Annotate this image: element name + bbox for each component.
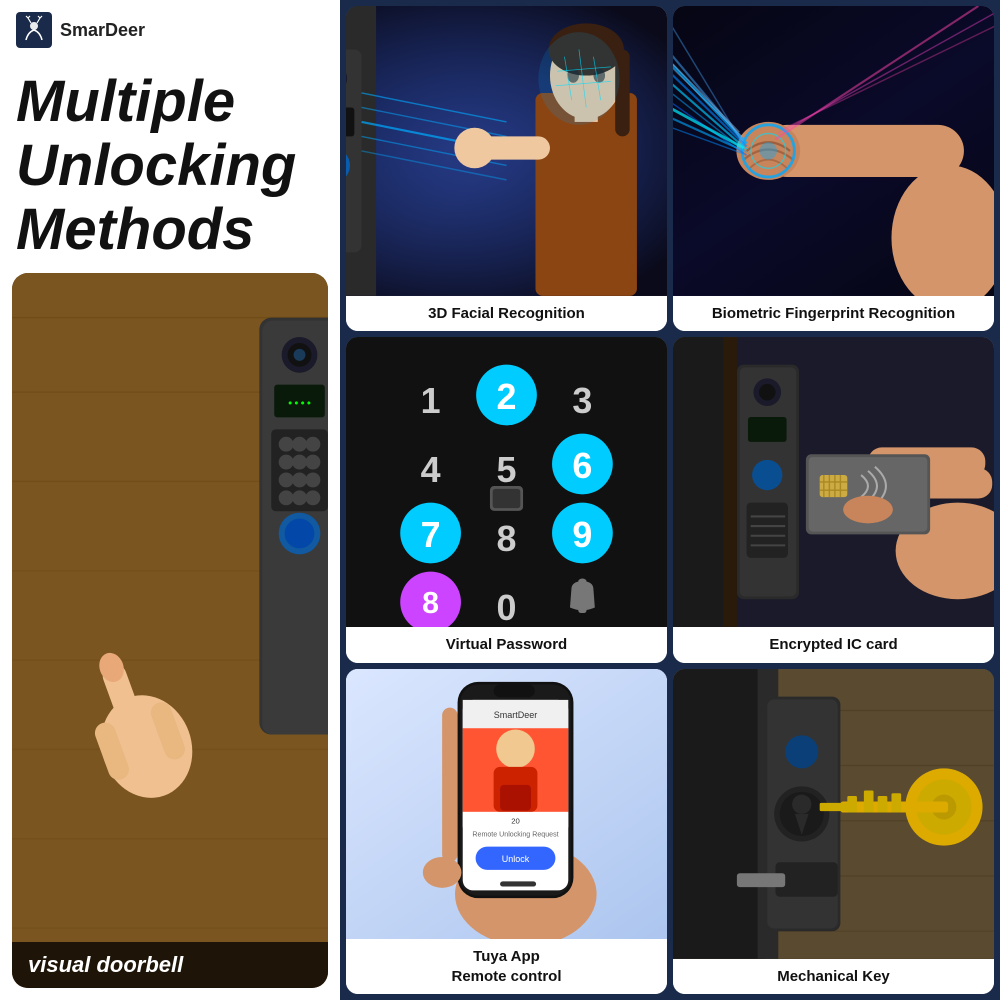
svg-text:4: 4: [421, 450, 441, 490]
logo-area: SmarDeer: [0, 0, 340, 60]
fingerprint-label: Biometric Fingerprint Recognition: [673, 296, 994, 332]
door-illustration: ••••: [12, 273, 328, 988]
facial-image: [346, 6, 667, 296]
svg-text:Unlock: Unlock: [502, 854, 530, 864]
iccard-label: Encrypted IC card: [673, 627, 994, 663]
smardeer-logo-icon: [16, 12, 52, 48]
svg-text:8: 8: [422, 587, 439, 620]
card-mechkey: Mechanical Key: [673, 669, 994, 994]
brand-name: SmarDeer: [60, 20, 145, 41]
svg-text:5: 5: [497, 450, 517, 490]
password-label: Virtual Password: [346, 627, 667, 663]
door-scene: ••••: [12, 273, 328, 988]
password-image: 1 2 3 4 5 6 7 8 9 8 0: [346, 337, 667, 627]
door-image: ••••: [12, 273, 328, 988]
svg-text:20: 20: [511, 816, 520, 825]
facial-label: 3D Facial Recognition: [346, 296, 667, 332]
svg-text:••••: ••••: [287, 398, 312, 410]
mechkey-label: Mechanical Key: [673, 959, 994, 995]
svg-text:9: 9: [572, 515, 592, 555]
headline-line3: Methods: [16, 198, 324, 262]
svg-text:SmartDeer: SmartDeer: [494, 710, 538, 720]
card-tuya: SmartDeer 20 Remote Unlocking Request Un…: [346, 669, 667, 994]
svg-text:1: 1: [421, 381, 441, 421]
left-panel: SmarDeer Multiple Unlocking Methods: [0, 0, 340, 1000]
svg-text:6: 6: [572, 446, 592, 486]
mechkey-image: [673, 669, 994, 959]
doorbell-label: visual doorbell: [12, 942, 328, 988]
iccard-image: [673, 337, 994, 627]
svg-text:2: 2: [497, 377, 517, 417]
headline-line2: Unlocking: [16, 134, 324, 198]
tuya-label: Tuya App Remote control: [346, 939, 667, 994]
right-panel: 3D Facial Recognition: [340, 0, 1000, 1000]
svg-text:3: 3: [572, 381, 592, 421]
card-password: 1 2 3 4 5 6 7 8 9 8 0: [346, 337, 667, 662]
svg-text:7: 7: [421, 515, 441, 555]
card-facial: 3D Facial Recognition: [346, 6, 667, 331]
tuya-image: SmartDeer 20 Remote Unlocking Request Un…: [346, 669, 667, 939]
fingerprint-image: [673, 6, 994, 296]
svg-text:8: 8: [497, 519, 517, 559]
card-fingerprint: Biometric Fingerprint Recognition: [673, 6, 994, 331]
headline-line1: Multiple: [16, 70, 324, 134]
svg-text:Remote Unlocking Request: Remote Unlocking Request: [472, 830, 558, 838]
headline: Multiple Unlocking Methods: [0, 60, 340, 261]
svg-text:0: 0: [497, 588, 517, 627]
card-iccard: Encrypted IC card: [673, 337, 994, 662]
